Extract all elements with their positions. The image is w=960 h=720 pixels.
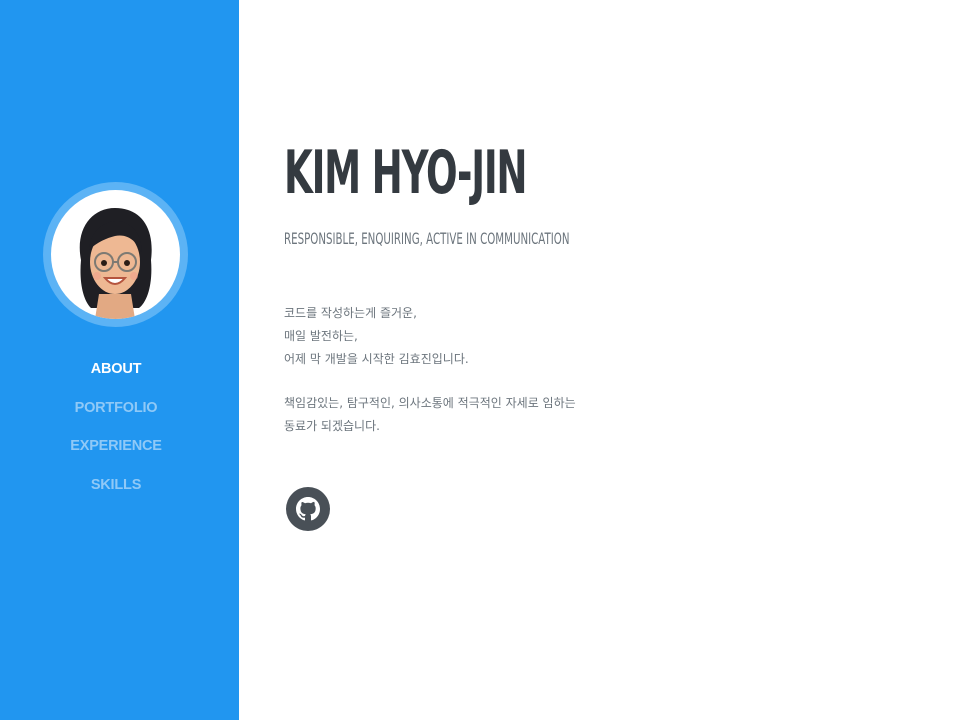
avatar-frame bbox=[43, 182, 188, 327]
bio: 코드를 작성하는게 즐거운, 매일 발전하는, 어제 막 개발을 시작한 김효진… bbox=[284, 302, 704, 459]
tagline: RESPONSIBLE, ENQUIRING, ACTIVE IN COMMUN… bbox=[284, 229, 570, 248]
nav-item-about[interactable]: ABOUT bbox=[0, 356, 232, 395]
github-link[interactable] bbox=[286, 487, 330, 531]
page-title: KIM HYO-JIN bbox=[284, 138, 528, 208]
bio-line: 매일 발전하는, bbox=[284, 329, 358, 343]
bio-line: 동료가 되겠습니다. bbox=[284, 419, 380, 433]
bio-paragraph: 책임감있는, 탐구적인, 의사소통에 적극적인 자세로 임하는 동료가 되겠습니… bbox=[284, 392, 704, 438]
github-icon bbox=[296, 497, 320, 521]
nav-item-skills[interactable]: SKILLS bbox=[0, 472, 232, 511]
bio-paragraph: 코드를 작성하는게 즐거운, 매일 발전하는, 어제 막 개발을 시작한 김효진… bbox=[284, 302, 704, 371]
memoji-avatar-icon bbox=[79, 208, 152, 319]
bio-line: 책임감있는, 탐구적인, 의사소통에 적극적인 자세로 임하는 bbox=[284, 396, 576, 410]
nav-item-experience[interactable]: EXPERIENCE bbox=[0, 433, 232, 472]
sidebar-nav: ABOUT PORTFOLIO EXPERIENCE SKILLS bbox=[0, 356, 232, 510]
sidebar: ABOUT PORTFOLIO EXPERIENCE SKILLS bbox=[0, 0, 239, 720]
nav-item-portfolio[interactable]: PORTFOLIO bbox=[0, 395, 232, 434]
bio-line: 코드를 작성하는게 즐거운, bbox=[284, 306, 417, 320]
bio-line: 어제 막 개발을 시작한 김효진입니다. bbox=[284, 352, 469, 366]
avatar bbox=[51, 190, 180, 319]
